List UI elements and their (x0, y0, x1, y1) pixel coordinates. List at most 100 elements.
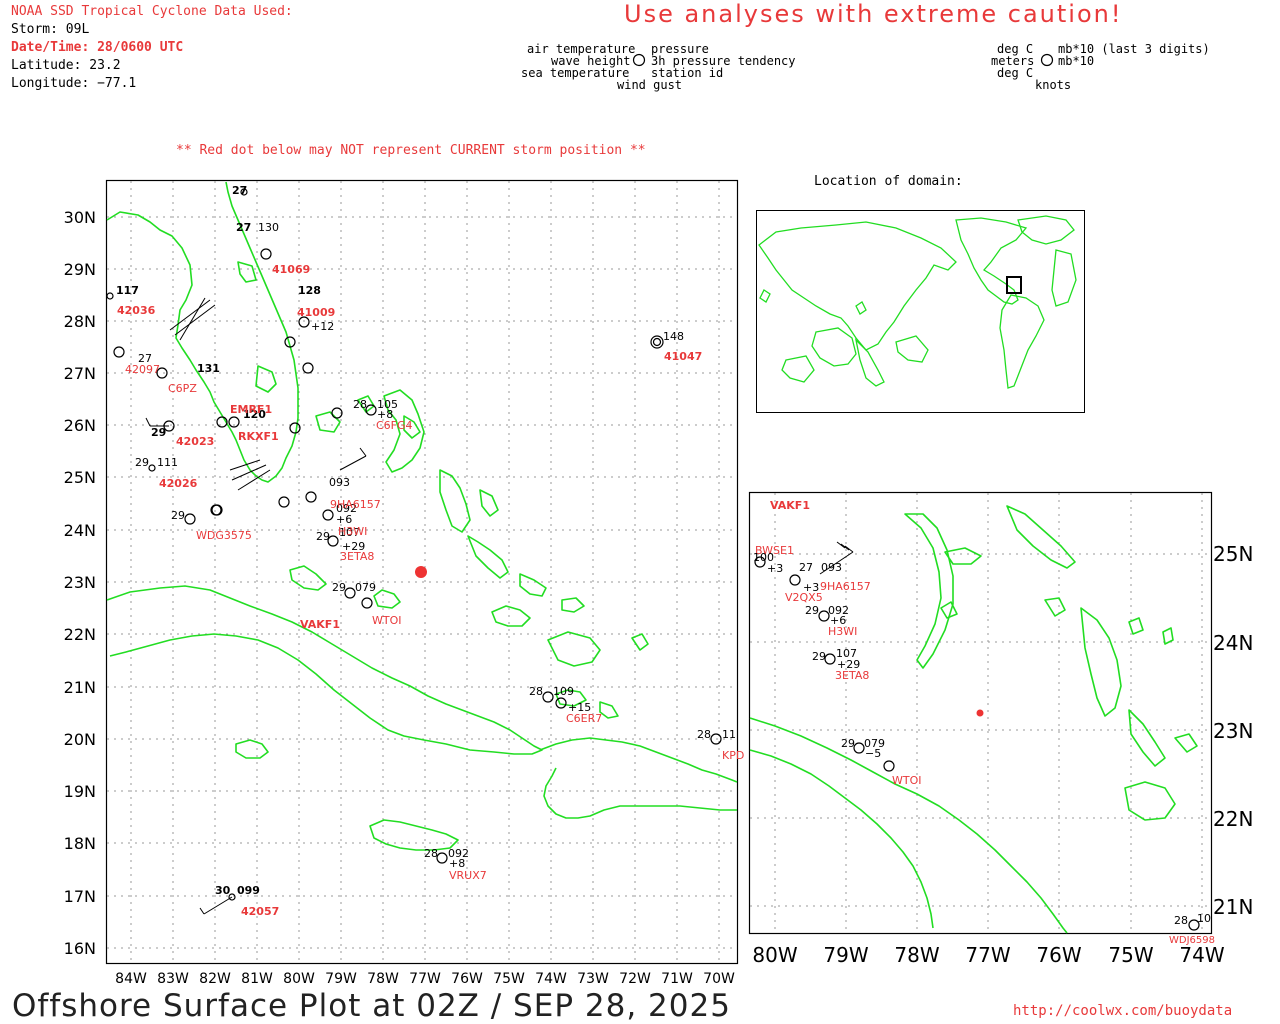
lon-label-83w: 83W (157, 971, 189, 987)
station-wdg3575-temp: 29 (171, 509, 185, 522)
lon-label-70w: 70W (703, 971, 735, 987)
station-42057-temp: 30 (215, 884, 231, 897)
station-42023-temp: 29 (151, 426, 166, 439)
lon-label-73w: 73W (577, 971, 609, 987)
zoom-lon-label-78w: 78W (894, 943, 939, 967)
station-41069-top-temp: 27 (232, 184, 247, 197)
lat-label-22n: 22N (64, 625, 96, 644)
zoom-lon-label-77w: 77W (965, 943, 1010, 967)
zoom-lon-label-80w: 80W (752, 943, 797, 967)
lat-label-19n: 19N (64, 782, 96, 801)
zoom-station-vakf1-id: VAKF1 (770, 499, 810, 512)
station-c6er7-id: C6ER7 (566, 712, 602, 725)
zoom-station-3eta8-temp: 29 (812, 650, 826, 663)
zoom-lat-label-21n: 21N (1213, 895, 1253, 919)
lon-label-77w: 77W (409, 971, 441, 987)
lon-label-80w: 80W (283, 971, 315, 987)
station-c6fg4-id: C6FG4 (376, 419, 413, 432)
station-rkxf1-id: RKXF1 (238, 430, 279, 443)
zoom-map-lat-labels: 25N 24N 23N 22N 21N (1213, 542, 1253, 919)
station-41009-tendency: +12 (311, 320, 334, 333)
zoom-lat-label-22n: 22N (1213, 807, 1253, 831)
station-kpdl-id: KPDL (722, 749, 745, 762)
zoom-station-h3wi-id: H3WI (828, 625, 857, 638)
legend-unit-knots: knots (1035, 78, 1072, 92)
zoom-station-wtoi-tendency: −5 (865, 747, 881, 760)
station-9ha6157-pressure: 093 (329, 476, 350, 489)
source-url[interactable]: http://coolwx.com/buoydata (1013, 1003, 1232, 1019)
zoom-lat-label-25n: 25N (1213, 542, 1253, 566)
station-42026-temp: 29 (135, 456, 149, 469)
station-42026-pressure: 111 (157, 456, 178, 469)
station-wdg3575-id: WDG3575 (196, 529, 252, 542)
legend-station-circle-icon (632, 53, 646, 67)
zoom-storm-position-dot (976, 709, 984, 717)
zoom-station-wtoi-id: WTOI (892, 774, 922, 787)
station-42036-pressure: 117 (116, 284, 139, 297)
lat-label-27n: 27N (64, 364, 96, 383)
main-map-lat-labels: 30N 29N 28N 27N 26N 25N 24N 23N 22N 21N … (64, 208, 96, 958)
lat-label-28n: 28N (64, 312, 96, 331)
storm-id: Storm: 09L (11, 22, 90, 37)
legend-unit-sea-deg-c: deg C (997, 66, 1034, 80)
caution-banner: Use analyses with extreme caution! (624, 0, 1123, 28)
storm-position-dot (415, 566, 427, 578)
zoom-station-wdj6598-pressure: 10 (1197, 912, 1211, 925)
zoom-station-9ha6157-id: 9HA6157 (820, 580, 871, 593)
lon-label-76w: 76W (451, 971, 483, 987)
station-3eta8-id: 3ETA8 (340, 550, 374, 563)
zoom-station-9ha6157-temp: 27 (799, 561, 813, 574)
station-41009-id: 41009 (297, 306, 335, 319)
lon-label-81w: 81W (241, 971, 273, 987)
station-kpdl-pressure: 11 (722, 728, 736, 741)
lat-label-17n: 17N (64, 887, 96, 906)
zoom-lon-label-74w: 74W (1179, 943, 1224, 967)
lon-label-75w: 75W (493, 971, 525, 987)
station-41009-pressure: 128 (298, 284, 321, 297)
storm-longitude: Longitude: −77.1 (11, 76, 137, 91)
zoom-station-h3wi-temp: 29 (805, 604, 819, 617)
lat-label-16n: 16N (64, 939, 96, 958)
zoom-map: VAKF1 BWSE1 100 +3 27 093 +3 9HA6157 V2Q… (748, 491, 1253, 967)
station-41047-pressure: 148 (663, 330, 684, 343)
lon-label-82w: 82W (199, 971, 231, 987)
station-42097-id: 42097 (125, 363, 160, 376)
station-wtoi-pressure: 079 (355, 581, 376, 594)
station-3eta8-temp: 29 (316, 530, 330, 543)
station-41047-id: 41047 (664, 350, 702, 363)
station-c6er7-pressure: 109 (553, 685, 574, 698)
plot-title: Offshore Surface Plot at 02Z / SEP 28, 2… (12, 988, 731, 1024)
lat-label-25n: 25N (64, 468, 96, 487)
storm-latitude: Latitude: 23.2 (11, 58, 121, 73)
station-c6fg4-temp: 28 (353, 398, 367, 411)
world-inset-map (756, 210, 1085, 413)
zoom-lon-label-75w: 75W (1108, 943, 1153, 967)
station-vrux7-id: VRUX7 (449, 869, 487, 882)
lat-label-20n: 20N (64, 730, 96, 749)
lat-label-21n: 21N (64, 678, 96, 697)
station-vakf1-id: VAKF1 (300, 618, 340, 631)
zoom-map-lon-labels: 80W 79W 78W 77W 76W 75W 74W (752, 943, 1224, 967)
station-c6pz-id: C6PZ (168, 382, 197, 395)
station-h3wi-id: H3WI (338, 525, 367, 538)
station-kpdl-temp: 28 (697, 728, 711, 741)
station-41069-temp: 27 (236, 221, 251, 234)
station-41069-id: 41069 (272, 263, 310, 276)
lon-label-71w: 71W (661, 971, 693, 987)
zoom-station-wdj6598-temp: 28 (1174, 914, 1188, 927)
station-42026-id: 42026 (159, 477, 198, 490)
legend-wind-gust: wind gust (617, 78, 683, 92)
zoom-station-3eta8-id: 3ETA8 (835, 669, 869, 682)
inset-title: Location of domain: (814, 174, 963, 189)
zoom-station-v2qx5-id: V2QX5 (785, 591, 823, 604)
station-c6er7-temp: 28 (529, 685, 543, 698)
main-map: 148 41047 117 42036 29 42023 29 111 4202… (64, 179, 745, 987)
station-41069-pressure: 130 (258, 221, 279, 234)
station-wtoi-temp: 29 (332, 581, 346, 594)
lat-label-26n: 26N (64, 416, 96, 435)
legend-units-circle-icon (1040, 53, 1054, 67)
lat-label-30n: 30N (64, 208, 96, 227)
storm-datetime: Date/Time: 28/0600 UTC (11, 40, 184, 55)
station-c6pz-pressure: 131 (197, 362, 220, 375)
station-vrux7-temp: 28 (424, 847, 438, 860)
